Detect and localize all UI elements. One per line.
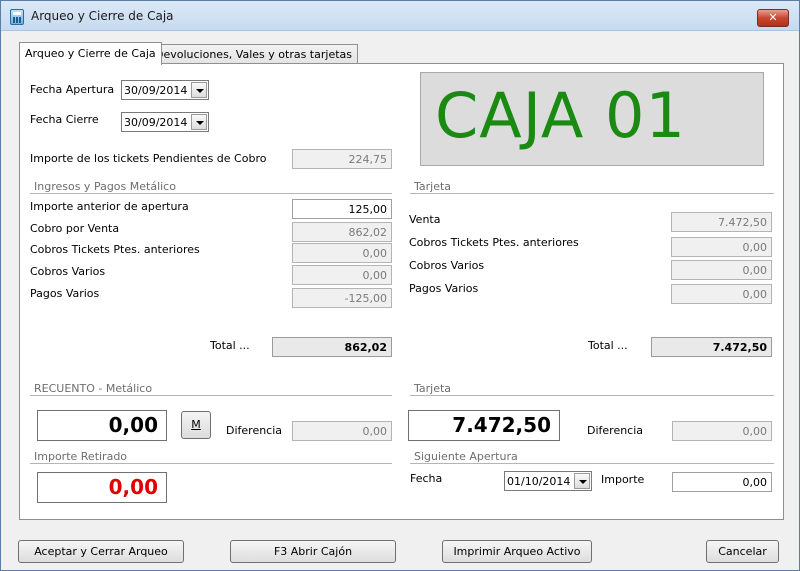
fecha-cierre-label: Fecha Cierre bbox=[30, 113, 99, 126]
diferencia-tarjeta-field: 0,00 bbox=[672, 421, 772, 441]
importe-retirado-input[interactable]: 0,00 bbox=[37, 472, 167, 503]
close-button[interactable]: ✕ bbox=[757, 9, 789, 27]
tarjeta-pagos-varios-field: 0,00 bbox=[671, 284, 772, 304]
tarjeta-total-label: Total ... bbox=[588, 339, 628, 352]
metalico-row-label: Cobros Varios bbox=[30, 265, 106, 278]
caja-display-text: CAJA 01 bbox=[435, 79, 686, 152]
title-bar: Arqueo y Cierre de Caja ✕ bbox=[1, 1, 799, 31]
section-siguiente-label: Siguiente Apertura bbox=[414, 450, 518, 463]
tarjeta-row-label: Pagos Varios bbox=[409, 282, 479, 295]
section-metalico: Ingresos y Pagos Metálico bbox=[30, 180, 392, 194]
metalico-row-label: Importe anterior de apertura bbox=[30, 200, 189, 213]
cancelar-button[interactable]: Cancelar bbox=[706, 540, 779, 563]
calculator-icon bbox=[10, 9, 24, 25]
diferencia-metalico-field: 0,00 bbox=[292, 421, 392, 441]
chevron-down-icon[interactable] bbox=[191, 114, 207, 130]
pendientes-label: Importe de los tickets Pendientes de Cob… bbox=[30, 152, 267, 165]
siguiente-fecha-value: 01/10/2014 bbox=[507, 475, 571, 488]
metalico-row-label: Cobros Tickets Ptes. anteriores bbox=[30, 243, 200, 256]
importe-apertura-input[interactable]: 125,00 bbox=[292, 199, 392, 219]
cobro-venta-field: 862,02 bbox=[292, 222, 392, 242]
tab-devoluciones[interactable]: Devoluciones, Vales y otras tarjetas bbox=[149, 44, 358, 64]
metalico-row-label: Cobro por Venta bbox=[30, 222, 120, 235]
pendientes-field: 224,75 bbox=[292, 149, 392, 169]
dialog-window: Arqueo y Cierre de Caja ✕ Arqueo y Cierr… bbox=[0, 0, 800, 571]
section-retirado-label: Importe Retirado bbox=[34, 450, 128, 463]
section-siguiente: Siguiente Apertura bbox=[410, 450, 774, 464]
m-button[interactable]: M bbox=[181, 411, 211, 439]
window-title: Arqueo y Cierre de Caja bbox=[31, 9, 174, 23]
diferencia-tarjeta-label: Diferencia bbox=[587, 424, 644, 437]
metalico-row-label: Pagos Varios bbox=[30, 287, 100, 300]
siguiente-importe-label: Importe bbox=[601, 473, 645, 486]
recuento-metalico-input[interactable]: 0,00 bbox=[37, 410, 167, 441]
section-retirado: Importe Retirado bbox=[30, 450, 392, 464]
tarjeta-row-label: Venta bbox=[409, 213, 441, 226]
section-recuento: RECUENTO - Metálico bbox=[30, 382, 392, 396]
caja-display: CAJA 01 bbox=[420, 72, 764, 166]
fecha-apertura-picker[interactable]: 30/09/2014 bbox=[121, 80, 209, 100]
fecha-cierre-picker[interactable]: 30/09/2014 bbox=[121, 112, 209, 132]
fecha-apertura-label: Fecha Apertura bbox=[30, 83, 115, 96]
siguiente-importe-input[interactable]: 0,00 bbox=[672, 472, 772, 492]
pagos-varios-field: -125,00 bbox=[292, 288, 392, 308]
tarjeta-total-field: 7.472,50 bbox=[651, 337, 772, 357]
diferencia-metalico-label: Diferencia bbox=[226, 424, 283, 437]
tarjeta-row-label: Cobros Tickets Ptes. anteriores bbox=[409, 236, 579, 249]
chevron-down-icon[interactable] bbox=[574, 473, 590, 489]
tarjeta-row-label: Cobros Varios bbox=[409, 259, 485, 272]
chevron-down-icon[interactable] bbox=[191, 82, 207, 98]
cobros-varios-field: 0,00 bbox=[292, 265, 392, 285]
fecha-cierre-value: 30/09/2014 bbox=[124, 116, 188, 129]
section-recuento-label: RECUENTO - Metálico bbox=[34, 382, 153, 395]
tarjeta-venta-field: 7.472,50 bbox=[671, 212, 772, 232]
siguiente-fecha-picker[interactable]: 01/10/2014 bbox=[504, 471, 592, 491]
cobros-ptes-field: 0,00 bbox=[292, 243, 392, 263]
section-recuento-tarjeta-label: Tarjeta bbox=[414, 382, 452, 395]
tab-arqueo[interactable]: Arqueo y Cierre de Caja bbox=[19, 42, 162, 65]
siguiente-fecha-label: Fecha bbox=[410, 472, 443, 485]
metalico-total-label: Total ... bbox=[210, 339, 250, 352]
imprimir-arqueo-button[interactable]: Imprimir Arqueo Activo bbox=[442, 540, 592, 563]
section-tarjeta: Tarjeta bbox=[410, 180, 774, 194]
aceptar-cerrar-button[interactable]: Aceptar y Cerrar Arqueo bbox=[18, 540, 184, 563]
section-tarjeta-label: Tarjeta bbox=[414, 180, 452, 193]
abrir-cajon-button[interactable]: F3 Abrir Cajón bbox=[230, 540, 396, 563]
tarjeta-cobros-ptes-field: 0,00 bbox=[671, 237, 772, 257]
metalico-total-field: 862,02 bbox=[272, 337, 392, 357]
section-metalico-label: Ingresos y Pagos Metálico bbox=[34, 180, 176, 193]
tarjeta-cobros-varios-field: 0,00 bbox=[671, 260, 772, 280]
fecha-apertura-value: 30/09/2014 bbox=[124, 84, 188, 97]
section-recuento-tarjeta: Tarjeta bbox=[410, 382, 774, 396]
recuento-tarjeta-input[interactable]: 7.472,50 bbox=[408, 410, 560, 441]
tab-panel: Fecha Apertura 30/09/2014 Fecha Cierre 3… bbox=[19, 63, 784, 520]
